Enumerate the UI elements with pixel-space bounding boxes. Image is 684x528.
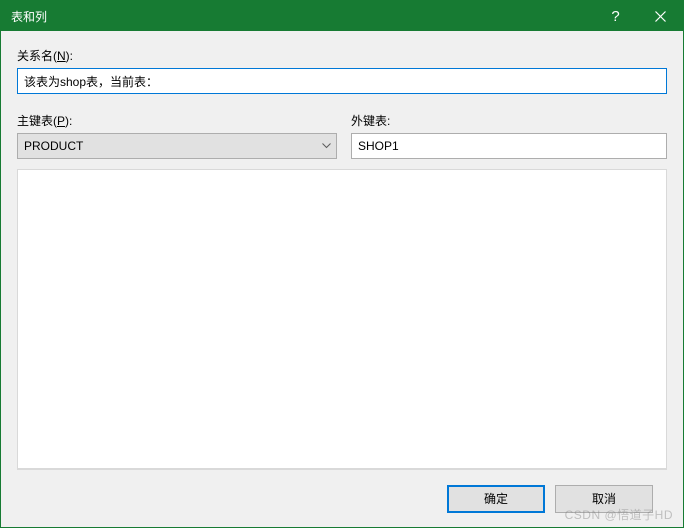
primary-table-combo[interactable]: PRODUCT: [17, 133, 337, 159]
primary-table-value: PRODUCT: [17, 133, 337, 159]
table-selectors: 主键表(P): PRODUCT 外键表: SHOP1: [17, 112, 667, 159]
dialog-footer: 确定 取消: [17, 469, 667, 527]
foreign-table-col: 外键表: SHOP1: [351, 112, 667, 159]
dialog-window: 表和列 ? 关系名(N): 主键表(P): PRODUCT: [0, 0, 684, 528]
relation-name-label: 关系名(N):: [17, 47, 667, 64]
close-button[interactable]: [638, 1, 683, 31]
help-button[interactable]: ?: [593, 1, 638, 31]
foreign-table-label: 外键表:: [351, 112, 667, 129]
cancel-button[interactable]: 取消: [555, 485, 653, 513]
foreign-table-value: SHOP1: [351, 133, 667, 159]
relation-name-group: 关系名(N):: [17, 47, 667, 94]
window-title: 表和列: [11, 8, 593, 25]
chevron-down-icon: [316, 134, 336, 158]
titlebar[interactable]: 表和列 ?: [1, 1, 683, 31]
dialog-content: 关系名(N): 主键表(P): PRODUCT 外键表: SHOP1: [1, 31, 683, 527]
primary-table-col: 主键表(P): PRODUCT: [17, 112, 337, 159]
foreign-columns-list[interactable]: [344, 170, 666, 194]
ok-button[interactable]: 确定: [447, 485, 545, 513]
close-icon: [655, 11, 666, 22]
relation-name-input[interactable]: [17, 68, 667, 94]
title-controls: ?: [593, 1, 683, 31]
primary-table-label: 主键表(P):: [17, 112, 337, 129]
columns-list-container: [17, 169, 667, 469]
primary-columns-list[interactable]: [18, 170, 338, 194]
